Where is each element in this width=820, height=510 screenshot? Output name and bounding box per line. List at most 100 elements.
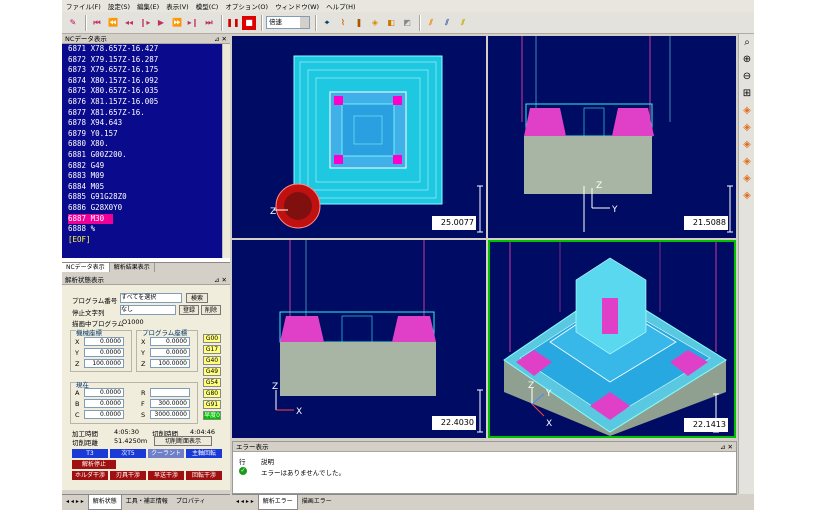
tool-interference-button[interactable]: 刃具干渉 <box>110 471 146 480</box>
tab-nav-arrows[interactable]: ◂ ◂ ▸ ▸ <box>62 495 88 510</box>
error-close-button[interactable]: ⊿ ✕ <box>720 442 733 452</box>
cube-view-icon[interactable]: ◈ <box>741 105 753 117</box>
nc-code-list[interactable]: 6871 X78.657Z-16.427 6872 X79.157Z-16.28… <box>62 44 222 258</box>
next-tool-button[interactable]: 次T5 <box>110 449 146 458</box>
nc-line[interactable]: 6878 X94.643 <box>68 118 222 129</box>
gcode-badge: G54 <box>203 378 221 387</box>
tab-tool-info[interactable]: 工具・補正情報 <box>122 495 172 510</box>
machine-coord-label: 機械座標 <box>76 327 102 337</box>
workpiece-icon[interactable]: ◩ <box>400 16 414 30</box>
menu-model[interactable]: 模型(C) <box>196 1 219 11</box>
cube-icon[interactable]: ◈ <box>368 16 382 30</box>
register-button[interactable]: 登録 <box>179 305 199 315</box>
tool-orange-icon[interactable]: ⫽ <box>424 16 438 30</box>
column-line-header[interactable]: 行 <box>239 456 246 466</box>
viewport-top[interactable]: Z 25.0077 <box>232 36 486 238</box>
speed-select[interactable]: 倍速 <box>266 16 310 29</box>
tab-analysis-state[interactable]: 解析状態 <box>87 495 122 510</box>
skip-icon[interactable]: ▸❙ <box>186 16 200 30</box>
cube-iso-icon[interactable]: ◈ <box>741 173 753 185</box>
axis-x-label: X <box>75 338 80 346</box>
menu-view[interactable]: 表示(V) <box>166 1 189 11</box>
step-icon[interactable]: ❙▸ <box>138 16 152 30</box>
nc-line[interactable]: 6883 M09 <box>68 171 222 182</box>
back-icon[interactable]: ◂◂ <box>122 16 136 30</box>
menu-help[interactable]: ヘルプ(H) <box>326 1 355 11</box>
menu-file[interactable]: ファイル(F) <box>66 1 101 11</box>
ok-check-icon: ✓ <box>239 467 247 475</box>
program-coord-label: プログラム座標 <box>142 327 188 337</box>
zoom-in-icon[interactable]: ⊕ <box>741 54 753 66</box>
rapid-interference-button[interactable]: 早送干渉 <box>148 471 184 480</box>
nc-scrollbar[interactable] <box>222 44 230 258</box>
tool-t3-button[interactable]: T3 <box>72 449 108 458</box>
program-z-value: 100.0000 <box>150 359 190 368</box>
rotation-interference-button[interactable]: 回転干渉 <box>186 471 222 480</box>
tab-nav-arrows[interactable]: ◂ ◂ ▸ ▸ <box>232 495 258 510</box>
tab-draw-error[interactable]: 描画エラー <box>298 495 336 510</box>
step-back-icon[interactable]: ⏪ <box>106 16 120 30</box>
tab-properties[interactable]: プロパティ <box>172 495 210 510</box>
viewport-isometric[interactable]: Z Y X 22.1413 <box>488 240 736 438</box>
nc-line[interactable]: 6884 M05 <box>68 182 222 193</box>
viewport-front[interactable]: Z Y 21.5088 <box>488 36 736 238</box>
pause-icon[interactable]: ❚❚ <box>226 16 240 30</box>
tab-analysis-result[interactable]: 解析結果表示 <box>110 263 155 272</box>
fast-forward-icon[interactable]: ⏩ <box>170 16 184 30</box>
rewind-start-icon[interactable]: ⏮ <box>90 16 104 30</box>
menu-edit[interactable]: 編集(E) <box>137 1 159 11</box>
tool-yellow-icon[interactable]: ⫽ <box>456 16 470 30</box>
stop-string-select[interactable]: なし <box>120 305 176 315</box>
nc-line[interactable]: 6880 X80. <box>68 139 222 150</box>
holder-interference-button[interactable]: ホルダ干渉 <box>72 471 108 480</box>
coolant-button[interactable]: クーラント <box>148 449 184 458</box>
section-view-button[interactable]: 切削断面表示 <box>154 436 212 446</box>
cube-top-icon[interactable]: ◈ <box>741 156 753 168</box>
tool-blue-icon[interactable]: ⫽ <box>440 16 454 30</box>
delete-button[interactable]: 削除 <box>201 305 221 315</box>
search-button[interactable]: 検索 <box>186 293 208 303</box>
viewport-side[interactable]: Z X 22.4030 <box>232 240 486 438</box>
nc-line[interactable]: 6871 X78.657Z-16.427 <box>68 44 222 55</box>
nc-close-button[interactable]: ⊿ ✕ <box>214 34 227 44</box>
program-number-select[interactable]: すべてを選択 <box>120 293 182 303</box>
stop-icon[interactable]: ■ <box>242 15 256 30</box>
nc-line[interactable]: 6872 X79.157Z-16.287 <box>68 55 222 66</box>
nc-line[interactable]: 6876 X81.157Z-16.005 <box>68 97 222 108</box>
open-icon[interactable]: ✎ <box>66 16 80 30</box>
coordinate-icon[interactable]: ⌖ <box>320 16 334 30</box>
cube-front-icon[interactable]: ◈ <box>741 122 753 134</box>
tab-nc-data[interactable]: NCデータ表示 <box>62 263 110 272</box>
axis-x-label: X <box>296 407 302 417</box>
menu-window[interactable]: ウィンドウ(W) <box>275 1 319 11</box>
nc-line[interactable]: 6873 X79.657Z-16.175 <box>68 65 222 76</box>
analysis-stop-button[interactable]: 解析停止 <box>72 460 116 469</box>
forward-end-icon[interactable]: ⏭ <box>202 16 216 30</box>
tab-analysis-error[interactable]: 解析エラー <box>257 495 298 510</box>
cube-section-icon[interactable]: ◧ <box>384 16 398 30</box>
menu-options[interactable]: オプション(O) <box>225 1 268 11</box>
nc-line[interactable]: 6879 Y0.157 <box>68 129 222 140</box>
nc-line[interactable]: 6888 % <box>68 224 222 235</box>
nc-line-selected[interactable]: 6887 M30 <box>68 213 113 225</box>
nc-line[interactable]: 6875 X80.657Z-16.035 <box>68 86 222 97</box>
spindle-button[interactable]: 主軸回転 <box>186 449 222 458</box>
nc-line[interactable]: 6882 G49 <box>68 161 222 172</box>
nc-line[interactable]: 6885 G91G28Z0 <box>68 192 222 203</box>
cube-side-icon[interactable]: ◈ <box>741 139 753 151</box>
analysis-close-button[interactable]: ⊿ ✕ <box>214 275 227 285</box>
column-desc-header[interactable]: 説明 <box>261 456 274 466</box>
cutting-distance-label: 切削距離 <box>72 439 98 447</box>
tool-view-icon[interactable]: ❚ <box>352 16 366 30</box>
search-icon[interactable]: ⌕ <box>741 37 753 49</box>
cube-bottom-icon[interactable]: ◈ <box>741 190 753 202</box>
nc-line[interactable]: 6886 G28X0Y0 <box>68 203 222 214</box>
menu-settings[interactable]: 設定(S) <box>108 1 130 11</box>
nc-line[interactable]: 6877 X81.657Z-16. <box>68 108 222 119</box>
zoom-out-icon[interactable]: ⊖ <box>741 71 753 83</box>
play-icon[interactable]: ▶ <box>154 16 168 30</box>
nc-line[interactable]: 6881 G00Z200. <box>68 150 222 161</box>
path-icon[interactable]: ⌇ <box>336 16 350 30</box>
fit-view-icon[interactable]: ⊞ <box>741 88 753 100</box>
nc-line[interactable]: 6874 X80.157Z-16.092 <box>68 76 222 87</box>
